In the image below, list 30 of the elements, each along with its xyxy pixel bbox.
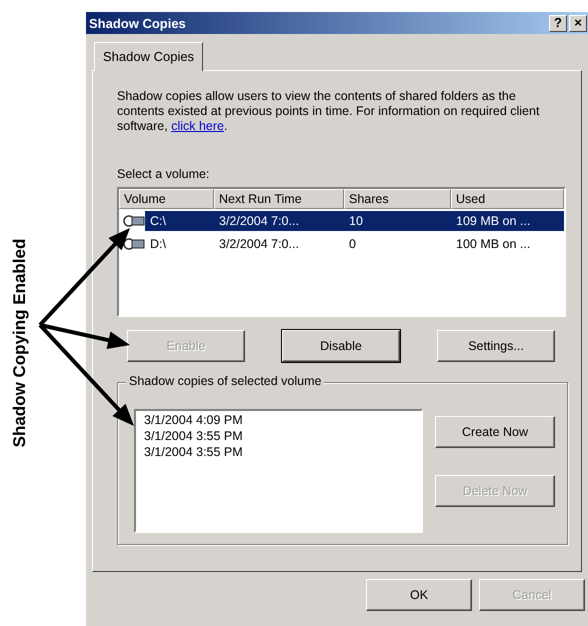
snapshot-action-button[interactable]: Create Now	[435, 416, 555, 448]
tab[interactable]: Shadow Copies	[94, 42, 204, 71]
volume-label: Select a volume:	[117, 167, 210, 181]
table-cell[interactable]: 100 MB on ...	[451, 234, 564, 254]
help-button[interactable]: ?	[549, 14, 567, 32]
close-button[interactable]: ×	[569, 14, 587, 32]
description-text: Shadow copies allow users to view the contents of shared folders as the contents existed at previous points in time. For information on required client software, click here.	[117, 89, 540, 134]
table-cell[interactable]: 3/2/2004 7:0...	[214, 234, 344, 254]
shared-drive-icon	[123, 237, 145, 251]
click-here-link[interactable]: click here	[171, 119, 224, 133]
column-header[interactable]: Shares	[344, 189, 451, 209]
dialog-button[interactable]: OK	[366, 579, 472, 611]
table-cell[interactable]: 10	[344, 211, 451, 231]
table-cell[interactable]: D:\	[145, 234, 214, 254]
list-item[interactable]: 3/1/2004 3:55 PM	[144, 444, 413, 460]
volume-action-button[interactable]: Disable	[282, 330, 400, 362]
column-header[interactable]: Used	[451, 189, 564, 209]
table-cell[interactable]: 0	[344, 234, 451, 254]
list-item[interactable]: 3/1/2004 4:09 PM	[144, 412, 413, 428]
window-title: Shadow Copies	[89, 16, 186, 30]
volume-action-button[interactable]: Settings...	[437, 330, 555, 362]
annotation-label: Shadow Copying Enabled	[10, 238, 30, 450]
column-header[interactable]: Next Run Time	[214, 189, 344, 209]
column-header[interactable]: Volume	[119, 189, 214, 209]
table-cell[interactable]: C:\	[145, 211, 214, 231]
table-cell[interactable]: 109 MB on ...	[451, 211, 564, 231]
group-title: Shadow copies of selected volume	[126, 374, 324, 388]
list-item[interactable]: 3/1/2004 3:55 PM	[144, 428, 413, 444]
shared-drive-icon	[123, 214, 145, 228]
table-cell[interactable]: 3/2/2004 7:0...	[214, 211, 344, 231]
